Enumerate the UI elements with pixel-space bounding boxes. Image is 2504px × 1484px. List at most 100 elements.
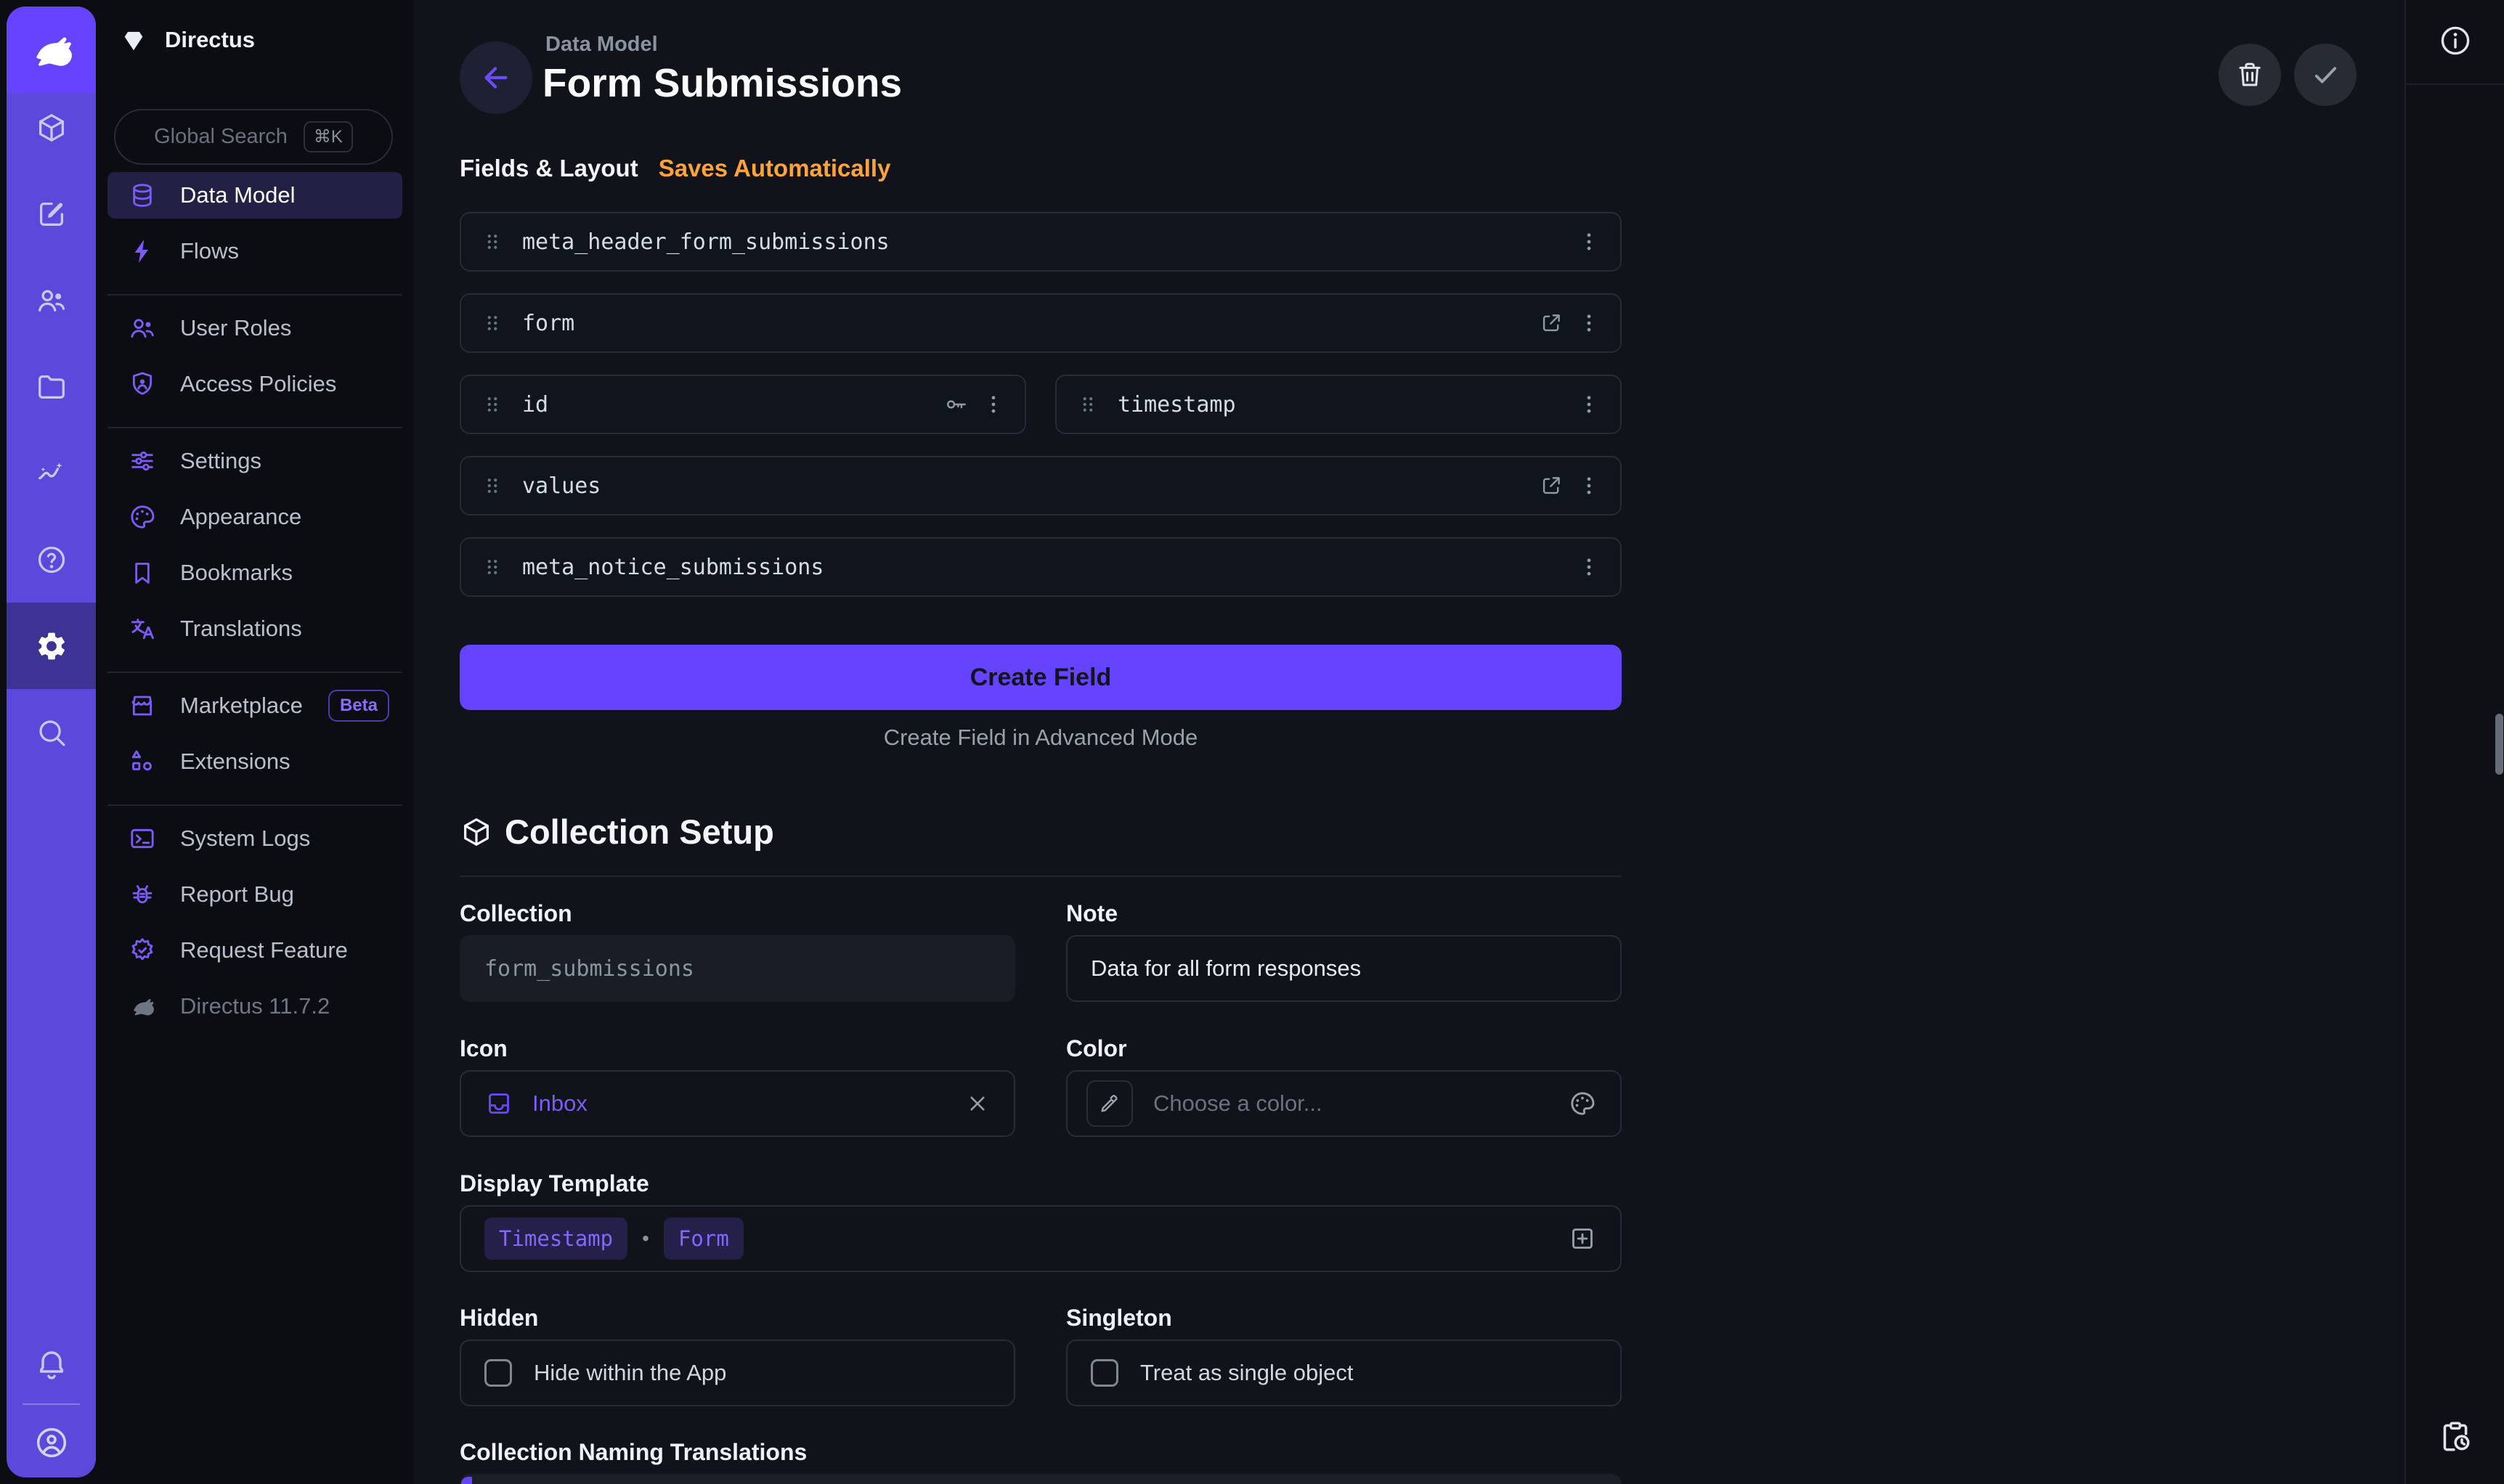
cube-icon bbox=[35, 111, 68, 144]
icon-label: Icon bbox=[460, 1035, 508, 1062]
rabbit-icon bbox=[26, 25, 77, 76]
kebab-menu-icon[interactable] bbox=[1577, 555, 1601, 579]
note-input[interactable]: Data for all form responses bbox=[1066, 935, 1622, 1002]
sidebar-item[interactable]: Translations bbox=[107, 606, 402, 652]
info-icon[interactable] bbox=[2438, 23, 2473, 58]
sidebar-item[interactable]: Settings bbox=[107, 438, 402, 484]
shield-user-icon bbox=[128, 370, 157, 399]
field-row[interactable]: values bbox=[460, 456, 1622, 515]
field-row[interactable]: timestamp bbox=[1055, 375, 1622, 434]
field-row[interactable]: form bbox=[460, 293, 1622, 353]
kebab-menu-icon[interactable] bbox=[1577, 229, 1601, 254]
palette-icon bbox=[128, 502, 157, 531]
color-swatch-button[interactable] bbox=[1086, 1080, 1133, 1127]
page-title: Form Submissions bbox=[542, 60, 902, 106]
add-box-icon[interactable] bbox=[1568, 1224, 1597, 1253]
delete-collection-button[interactable] bbox=[2219, 44, 2281, 106]
scrollbar-thumb[interactable] bbox=[2495, 714, 2503, 775]
sidebar-item[interactable]: Directus 11.7.2 bbox=[107, 983, 402, 1030]
sidebar-item-label: Report Bug bbox=[180, 881, 294, 908]
template-chip-form[interactable]: Form bbox=[664, 1218, 744, 1260]
drag-handle-icon[interactable] bbox=[1076, 392, 1100, 417]
main-content: Data Model Form Submissions Fields & Lay… bbox=[414, 0, 2405, 1484]
database-icon bbox=[128, 181, 157, 210]
field-row[interactable]: meta_header_form_submissions bbox=[460, 212, 1622, 272]
field-row[interactable]: id bbox=[460, 375, 1026, 434]
color-input[interactable]: Choose a color... bbox=[1066, 1070, 1622, 1137]
naming-translations-label: Collection Naming Translations bbox=[460, 1439, 807, 1466]
close-icon[interactable] bbox=[964, 1090, 991, 1117]
check-icon bbox=[2310, 60, 2341, 90]
sidebar-item[interactable]: Appearance bbox=[107, 494, 402, 540]
clipboard-clock-icon[interactable] bbox=[2437, 1419, 2473, 1455]
drag-handle-icon[interactable] bbox=[480, 555, 505, 579]
launch-icon[interactable] bbox=[1539, 473, 1564, 498]
sidebar-item[interactable]: Extensions bbox=[107, 738, 402, 785]
arrow-left-icon bbox=[479, 61, 513, 94]
sidebar-item-label: Access Policies bbox=[180, 371, 336, 397]
sidebar-item[interactable]: Bookmarks bbox=[107, 550, 402, 596]
icon-select[interactable]: Inbox bbox=[460, 1070, 1015, 1137]
module-users[interactable] bbox=[7, 257, 96, 343]
field-row[interactable]: meta_notice_submissions bbox=[460, 537, 1622, 597]
global-search-input[interactable]: Global Search ⌘K bbox=[114, 109, 393, 165]
hidden-label: Hidden bbox=[460, 1305, 538, 1332]
search-shortcut-badge: ⌘K bbox=[304, 121, 353, 152]
module-files[interactable] bbox=[7, 343, 96, 430]
translate-icon bbox=[128, 614, 157, 643]
sidebar-item[interactable]: Data Model bbox=[107, 172, 402, 219]
sidebar-item-label: Translations bbox=[180, 616, 302, 642]
palette-icon[interactable] bbox=[1568, 1089, 1597, 1118]
module-editor[interactable] bbox=[7, 171, 96, 257]
sidebar-item[interactable]: System Logs bbox=[107, 815, 402, 862]
sidebar-item-label: Marketplace bbox=[180, 693, 303, 719]
tune-icon bbox=[128, 447, 157, 476]
kebab-menu-icon[interactable] bbox=[1577, 392, 1601, 417]
module-content[interactable] bbox=[7, 84, 96, 171]
breadcrumb[interactable]: Data Model bbox=[545, 33, 658, 57]
naming-translations-input[interactable] bbox=[460, 1474, 1622, 1484]
project-header[interactable]: Directus bbox=[120, 26, 255, 54]
kebab-menu-icon[interactable] bbox=[981, 392, 1006, 417]
kebab-menu-icon[interactable] bbox=[1577, 473, 1601, 498]
cube-icon bbox=[460, 815, 493, 849]
module-search[interactable] bbox=[7, 689, 96, 775]
create-field-button[interactable]: Create Field bbox=[460, 645, 1622, 710]
notifications-button[interactable] bbox=[7, 1347, 96, 1382]
module-insights[interactable] bbox=[7, 430, 96, 516]
drag-handle-icon[interactable] bbox=[480, 311, 505, 335]
drag-handle-icon[interactable] bbox=[480, 229, 505, 254]
autosave-note: Saves Automatically bbox=[659, 155, 891, 182]
sidebar-item[interactable]: Flows bbox=[107, 228, 402, 274]
back-button[interactable] bbox=[460, 41, 532, 114]
save-button[interactable] bbox=[2294, 44, 2357, 106]
create-field-advanced-link[interactable]: Create Field in Advanced Mode bbox=[460, 725, 1622, 751]
naming-accent bbox=[461, 1477, 472, 1484]
sidebar-item[interactable]: Marketplace Beta bbox=[107, 682, 402, 729]
bookmark-icon bbox=[128, 558, 157, 587]
nav-divider bbox=[107, 417, 402, 438]
sidebar-item-label: Appearance bbox=[180, 504, 301, 530]
module-help[interactable] bbox=[7, 516, 96, 603]
people-icon bbox=[35, 284, 68, 317]
drag-handle-icon[interactable] bbox=[480, 473, 505, 498]
sidebar-item[interactable]: Request Feature bbox=[107, 927, 402, 974]
drag-handle-icon[interactable] bbox=[480, 392, 505, 417]
directus-logo[interactable] bbox=[7, 7, 96, 93]
sidebar-item[interactable]: Access Policies bbox=[107, 361, 402, 407]
field-name: timestamp bbox=[1118, 392, 1236, 417]
module-settings[interactable] bbox=[7, 603, 96, 689]
trash-icon bbox=[2235, 60, 2265, 90]
bell-icon bbox=[34, 1347, 69, 1382]
icon-select-value: Inbox bbox=[532, 1090, 588, 1117]
sidebar-item[interactable]: Report Bug bbox=[107, 871, 402, 918]
sidebar-item[interactable]: User Roles bbox=[107, 305, 402, 351]
kebab-menu-icon[interactable] bbox=[1577, 311, 1601, 335]
template-chip-timestamp[interactable]: Timestamp bbox=[484, 1218, 627, 1260]
launch-icon[interactable] bbox=[1539, 311, 1564, 335]
search-placeholder: Global Search bbox=[154, 125, 288, 149]
hidden-checkbox[interactable] bbox=[484, 1359, 512, 1387]
display-template-input[interactable]: Timestamp • Form bbox=[460, 1205, 1622, 1272]
singleton-checkbox[interactable] bbox=[1091, 1359, 1118, 1387]
user-menu-button[interactable] bbox=[7, 1424, 96, 1461]
